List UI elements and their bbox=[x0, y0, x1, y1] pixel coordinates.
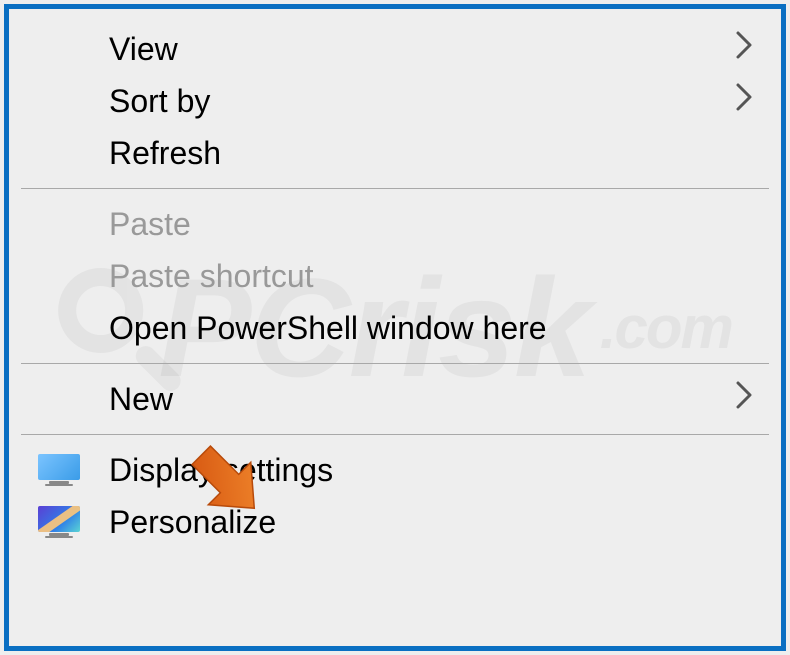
menu-separator bbox=[21, 434, 769, 435]
icon-slot bbox=[9, 454, 109, 486]
menu-separator bbox=[21, 188, 769, 189]
menu-item-sort-by[interactable]: Sort by bbox=[9, 75, 781, 127]
menu-item-refresh[interactable]: Refresh bbox=[9, 127, 781, 179]
menu-separator bbox=[21, 363, 769, 364]
menu-label: Paste shortcut bbox=[109, 258, 753, 295]
icon-slot bbox=[9, 506, 109, 538]
menu-item-new[interactable]: New bbox=[9, 373, 781, 425]
menu-label: Display settings bbox=[109, 452, 753, 489]
menu-label: Paste bbox=[109, 206, 753, 243]
menu-item-personalize[interactable]: Personalize bbox=[9, 496, 781, 548]
chevron-right-icon bbox=[735, 82, 753, 120]
menu-label: Refresh bbox=[109, 135, 753, 172]
desktop-context-menu: View Sort by Refresh Paste Paste shortcu… bbox=[4, 4, 786, 651]
menu-item-paste: Paste bbox=[9, 198, 781, 250]
menu-item-paste-shortcut: Paste shortcut bbox=[9, 250, 781, 302]
menu-item-view[interactable]: View bbox=[9, 23, 781, 75]
chevron-right-icon bbox=[735, 380, 753, 418]
menu-label: New bbox=[109, 381, 735, 418]
menu-label: Sort by bbox=[109, 83, 735, 120]
personalize-icon bbox=[38, 506, 80, 538]
menu-item-open-powershell[interactable]: Open PowerShell window here bbox=[9, 302, 781, 354]
menu-label: Open PowerShell window here bbox=[109, 310, 753, 347]
chevron-right-icon bbox=[735, 30, 753, 68]
menu-label: Personalize bbox=[109, 504, 753, 541]
monitor-icon bbox=[38, 454, 80, 486]
menu-label: View bbox=[109, 31, 735, 68]
menu-item-display-settings[interactable]: Display settings bbox=[9, 444, 781, 496]
